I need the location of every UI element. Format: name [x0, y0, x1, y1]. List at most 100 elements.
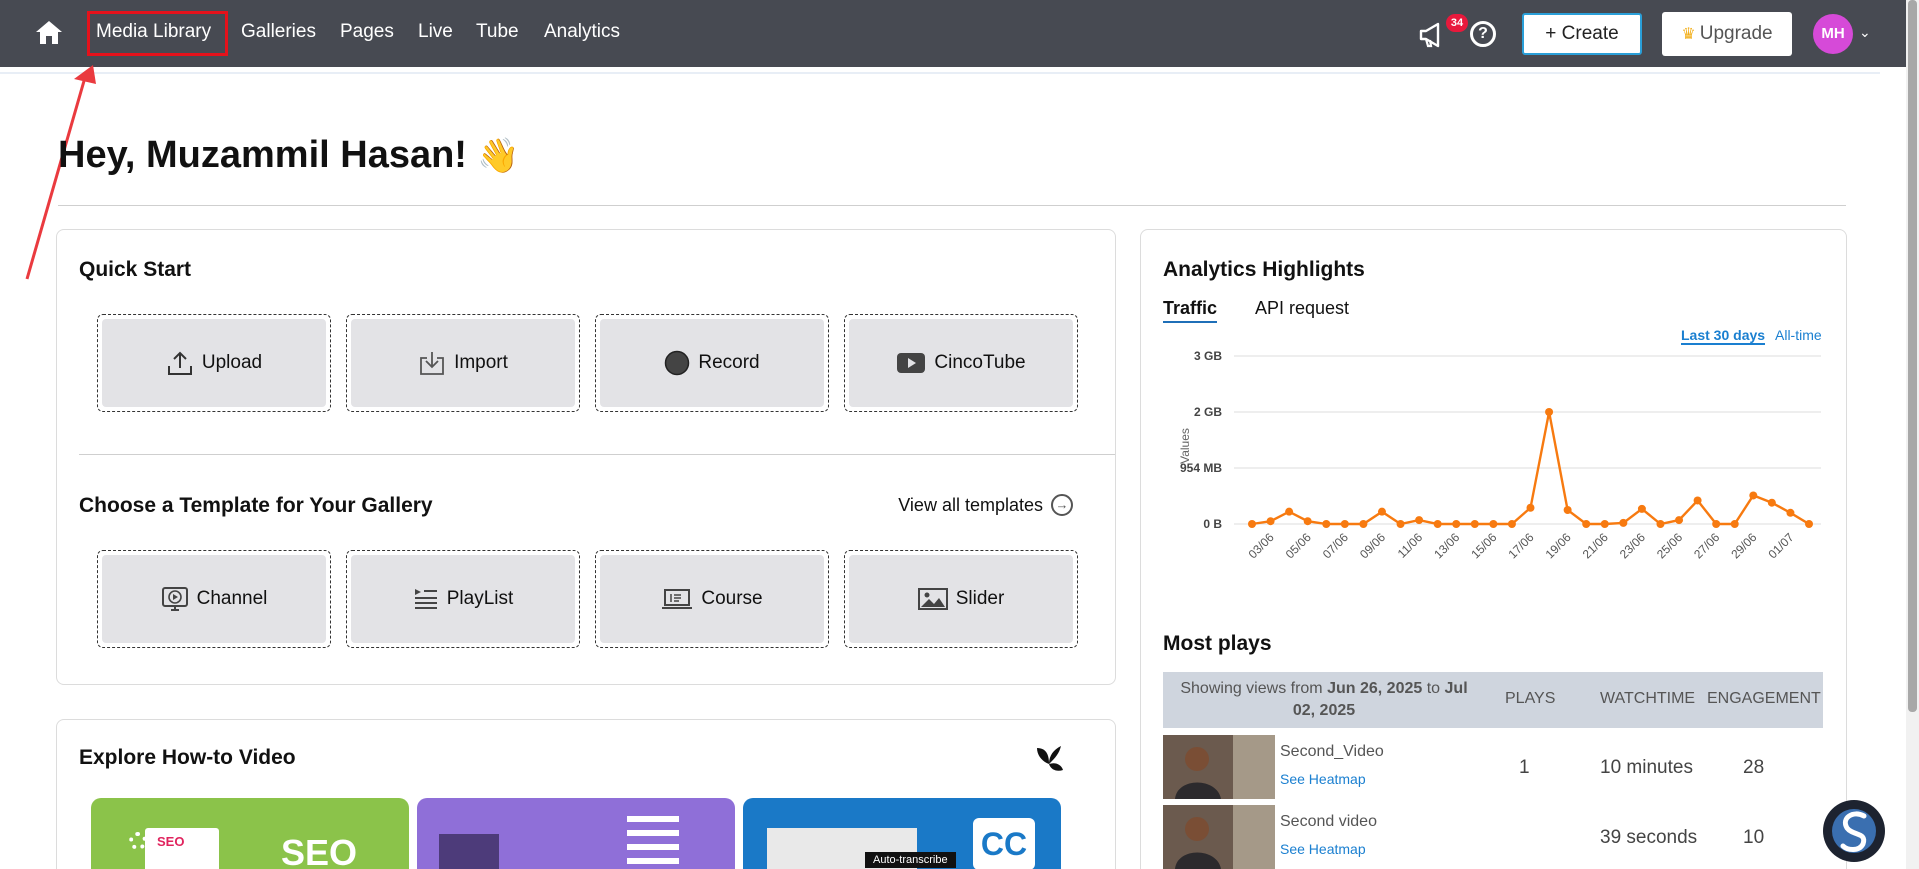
data-point[interactable] [1415, 516, 1424, 525]
upload-button[interactable]: Upload [97, 314, 331, 412]
x-tick-label: 29/06 [1728, 530, 1759, 560]
range-from: Jun 26, 2025 [1327, 680, 1423, 697]
range-last-30-days[interactable]: Last 30 days [1681, 327, 1766, 345]
video-title[interactable]: Second_Video [1280, 743, 1384, 761]
x-tick-label: 19/06 [1543, 530, 1574, 560]
list-lines-icon [627, 816, 679, 822]
analytics-title: Analytics Highlights [1163, 258, 1365, 281]
data-point[interactable] [1767, 498, 1776, 507]
channel-icon [161, 587, 188, 611]
upload-label: Upload [201, 352, 263, 373]
data-point[interactable] [1619, 518, 1628, 527]
template-course[interactable]: Course [595, 550, 829, 648]
data-point[interactable] [1675, 516, 1684, 525]
assistant-logo-icon [1832, 809, 1876, 853]
data-point[interactable] [1600, 520, 1609, 528]
greeting-text: Hey, Muzammil Hasan! [58, 134, 467, 176]
howto-thumb-seo[interactable]: SEO SEO [91, 798, 409, 869]
watchtime-cell: 10 minutes [1600, 757, 1693, 778]
help-icon[interactable]: ? [1470, 21, 1496, 47]
tab-traffic[interactable]: Traffic [1163, 298, 1218, 323]
y-axis-title: Values [1178, 428, 1192, 464]
data-point[interactable] [1433, 520, 1442, 528]
template-playlist-label: PlayList [446, 588, 514, 609]
x-tick-label: 07/06 [1320, 530, 1351, 560]
nav-live[interactable]: Live [418, 20, 453, 44]
data-point[interactable] [1693, 496, 1702, 505]
template-channel-label: Channel [196, 588, 268, 609]
create-button[interactable]: + Create [1522, 13, 1642, 55]
upgrade-button[interactable]: ♛ Upgrade [1662, 12, 1792, 56]
data-point[interactable] [1730, 520, 1739, 528]
data-point[interactable] [1637, 504, 1646, 513]
template-slider-label: Slider [955, 588, 1005, 609]
image-icon [917, 588, 948, 610]
range-all-time[interactable]: All-time [1775, 327, 1822, 343]
see-heatmap-link[interactable]: See Heatmap [1280, 841, 1366, 857]
data-point[interactable] [1303, 517, 1312, 526]
data-point[interactable] [1656, 520, 1665, 528]
data-point[interactable] [1340, 520, 1349, 528]
data-point[interactable] [1396, 520, 1405, 528]
template-slider[interactable]: Slider [844, 550, 1078, 648]
column-header-watchtime[interactable]: WATCHTIME [1600, 690, 1695, 708]
data-point[interactable] [1322, 520, 1331, 528]
nav-analytics[interactable]: Analytics [544, 20, 620, 44]
data-point[interactable] [1545, 408, 1554, 416]
import-button[interactable]: Import [346, 314, 580, 412]
video-thumbnail[interactable] [1163, 805, 1275, 869]
column-header-engagement[interactable]: ENGAGEMENT [1707, 690, 1821, 708]
data-point[interactable] [1786, 508, 1795, 517]
howto-card: Explore How-to Video SEO SEO Auto-transc… [56, 719, 1116, 869]
y-tick-label: 3 GB [1194, 349, 1222, 363]
data-point[interactable] [1285, 507, 1294, 516]
view-all-templates-link[interactable]: View all templates → [898, 494, 1073, 516]
engagement-cell: 10 [1743, 827, 1765, 848]
data-point[interactable] [1805, 520, 1813, 528]
data-point[interactable] [1377, 507, 1386, 516]
data-point[interactable] [1489, 520, 1498, 528]
data-point[interactable] [1582, 520, 1591, 528]
nav-pages[interactable]: Pages [340, 20, 394, 44]
x-tick-label: 25/06 [1654, 530, 1685, 560]
x-tick-label: 01/07 [1765, 530, 1796, 560]
data-point[interactable] [1266, 517, 1275, 526]
tab-api-request[interactable]: API request [1255, 298, 1349, 319]
template-course-label: Course [701, 588, 763, 609]
record-button[interactable]: Record [595, 314, 829, 412]
howto-thumb-playlist[interactable] [417, 798, 735, 869]
nav-tube[interactable]: Tube [476, 20, 519, 44]
avatar[interactable]: MH [1813, 14, 1853, 54]
chevron-down-icon[interactable]: ⌄ [1859, 24, 1871, 41]
data-point[interactable] [1563, 506, 1572, 514]
table-row[interactable]: Second_Video See Heatmap 1 10 minutes 28 [1163, 735, 1823, 799]
megaphone-icon[interactable] [1418, 20, 1448, 48]
scrollbar-thumb[interactable] [1908, 0, 1917, 712]
nav-galleries[interactable]: Galleries [241, 20, 316, 44]
table-row[interactable]: Second video See Heatmap 39 seconds 10 [1163, 805, 1823, 869]
top-nav-bar: Media Library Galleries Pages Live Tube … [0, 0, 1906, 67]
data-point[interactable] [1470, 520, 1479, 528]
section-divider [79, 454, 1115, 455]
header-divider [0, 72, 1880, 74]
plays-cell: 1 [1519, 757, 1530, 778]
data-point[interactable] [1452, 520, 1461, 528]
see-heatmap-link[interactable]: See Heatmap [1280, 771, 1366, 787]
crown-icon: ♛ [1681, 26, 1696, 43]
column-header-plays[interactable]: PLAYS [1505, 690, 1555, 708]
data-point[interactable] [1712, 520, 1721, 528]
template-channel[interactable]: Channel [97, 550, 331, 648]
course-icon [662, 589, 693, 609]
data-point[interactable] [1749, 491, 1758, 500]
howto-thumb-cc[interactable]: Auto-transcribe CC [743, 798, 1061, 869]
data-point[interactable] [1526, 503, 1535, 512]
template-playlist[interactable]: PlayList [346, 550, 580, 648]
video-thumbnail[interactable] [1163, 735, 1275, 799]
quick-start-card: Quick Start Upload Import Record CincoTu… [56, 229, 1116, 685]
data-point[interactable] [1359, 520, 1368, 528]
cincotube-button[interactable]: CincoTube [844, 314, 1078, 412]
data-point[interactable] [1248, 520, 1256, 528]
video-title[interactable]: Second video [1280, 813, 1377, 831]
data-point[interactable] [1507, 520, 1516, 528]
assistant-logo-button[interactable] [1823, 800, 1885, 862]
